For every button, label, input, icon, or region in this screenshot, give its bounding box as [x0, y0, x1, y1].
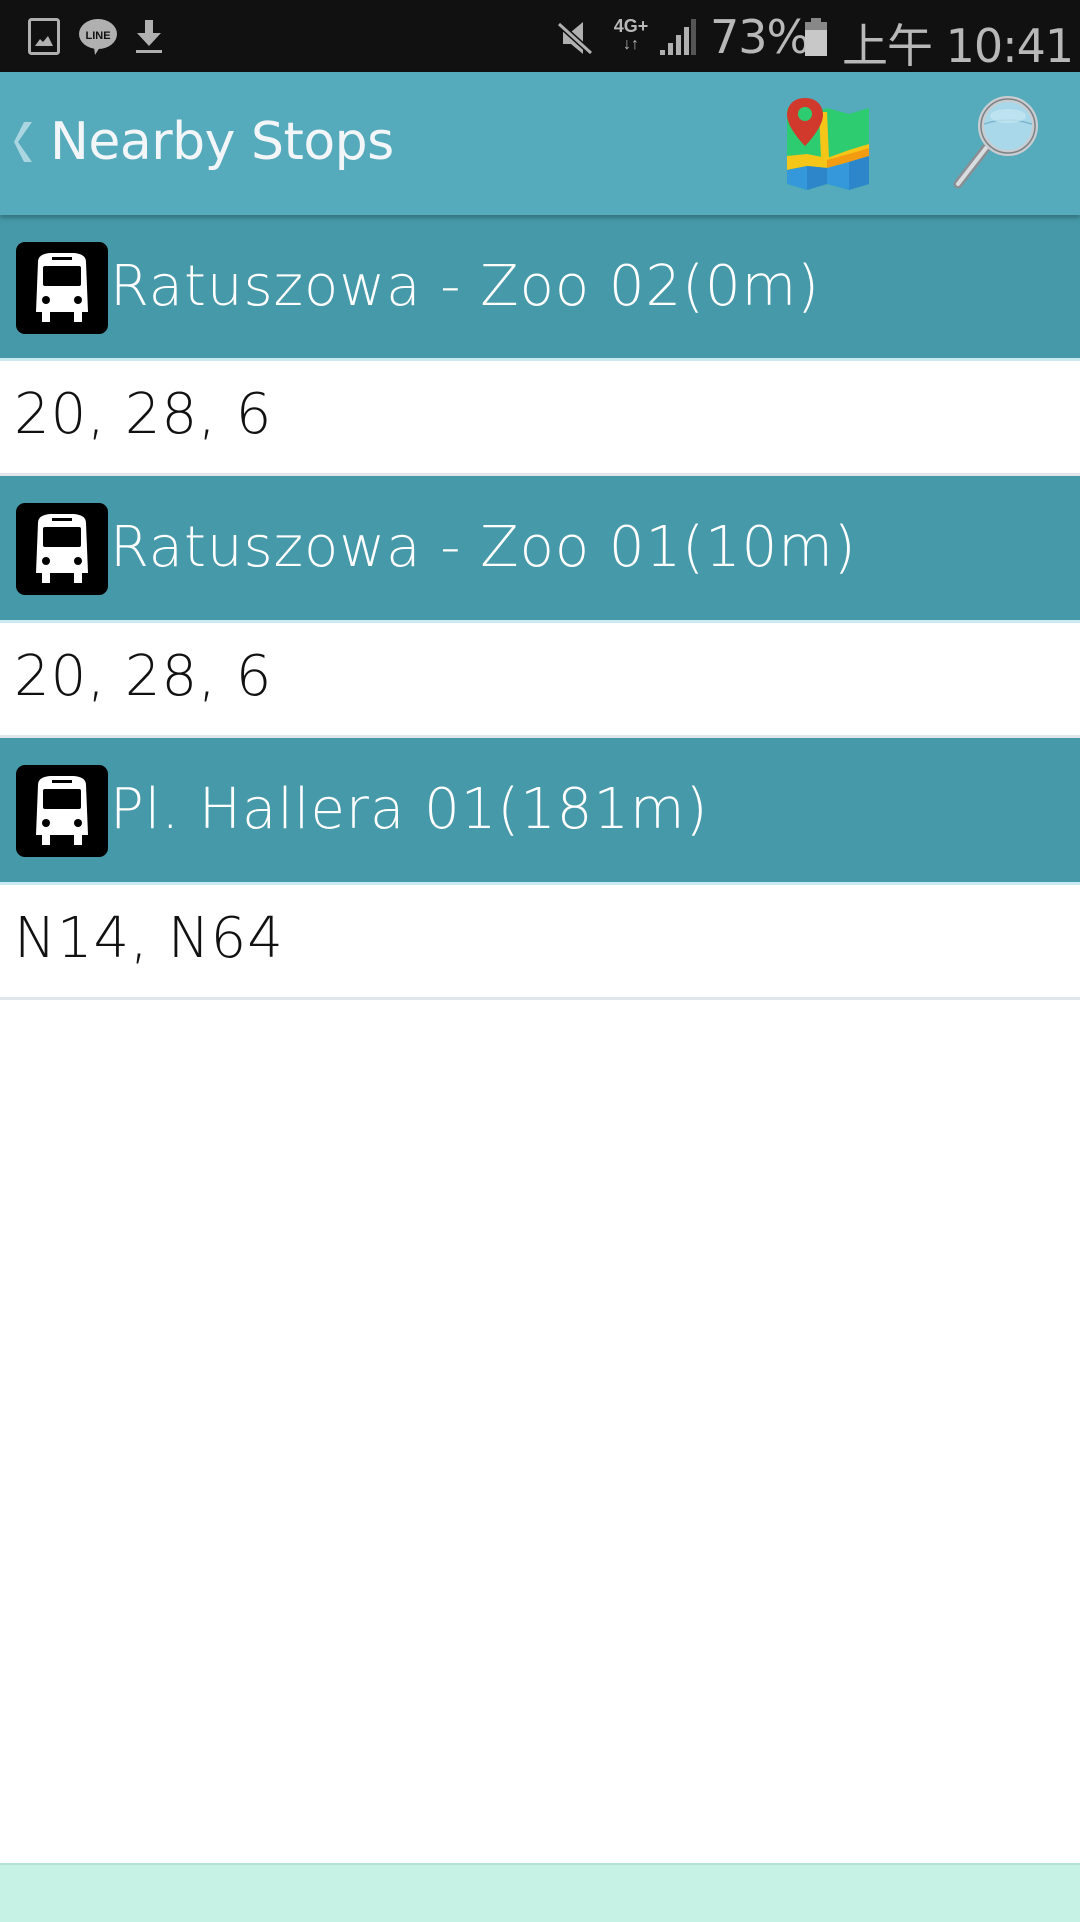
stop-name: Ratuszowa - Zoo 01(10m)	[110, 515, 857, 580]
routes-list: 20, 28, 6	[14, 644, 273, 709]
stop-header[interactable]: Pl. Hallera 01(181m)	[0, 738, 1080, 885]
stop-item[interactable]: Ratuszowa - Zoo 01(10m) 20, 28, 6	[0, 476, 1080, 738]
stop-header[interactable]: Ratuszowa - Zoo 01(10m)	[0, 476, 1080, 623]
routes-row[interactable]: 20, 28, 6	[0, 623, 1080, 738]
bus-icon	[16, 242, 108, 334]
stop-name: Pl. Hallera 01(181m)	[110, 777, 709, 842]
gallery-icon	[28, 18, 60, 55]
routes-list: 20, 28, 6	[14, 382, 273, 447]
stop-header[interactable]: Ratuszowa - Zoo 02(0m)	[0, 215, 1080, 361]
status-bar: LINE 4G+ ↓↑ 73% 上午 10:41	[0, 0, 1080, 73]
stop-name: Ratuszowa - Zoo 02(0m)	[110, 254, 821, 319]
routes-list: N14, N64	[14, 906, 284, 971]
network-label: 4G+	[613, 16, 649, 36]
search-button[interactable]	[950, 96, 1040, 192]
page-title: Nearby Stops	[50, 112, 394, 172]
line-app-icon: LINE	[79, 19, 117, 55]
app-bar: Nearby Stops	[0, 72, 1080, 215]
signal-icon	[660, 19, 696, 55]
battery-icon	[805, 18, 827, 56]
download-icon	[136, 20, 162, 53]
bus-icon	[16, 765, 108, 857]
map-icon	[787, 98, 869, 190]
routes-row[interactable]: N14, N64	[0, 885, 1080, 1000]
map-button[interactable]	[785, 98, 871, 194]
stop-item[interactable]: Ratuszowa - Zoo 02(0m) 20, 28, 6	[0, 215, 1080, 476]
chevron-left-icon[interactable]	[12, 120, 36, 164]
bottom-bar	[0, 1863, 1080, 1922]
stop-list: Ratuszowa - Zoo 02(0m) 20, 28, 6 Ratuszo…	[0, 215, 1080, 1000]
bus-icon	[16, 503, 108, 595]
network-type: 4G+ ↓↑	[611, 16, 651, 53]
clock: 上午 10:41	[842, 19, 1074, 73]
data-arrows-icon: ↓↑	[623, 36, 639, 53]
stop-item[interactable]: Pl. Hallera 01(181m) N14, N64	[0, 738, 1080, 1000]
battery-percent: 73%	[710, 10, 810, 64]
magnifier-icon	[953, 96, 1038, 189]
routes-row[interactable]: 20, 28, 6	[0, 361, 1080, 476]
line-label: LINE	[85, 30, 110, 42]
mute-icon	[557, 21, 594, 56]
